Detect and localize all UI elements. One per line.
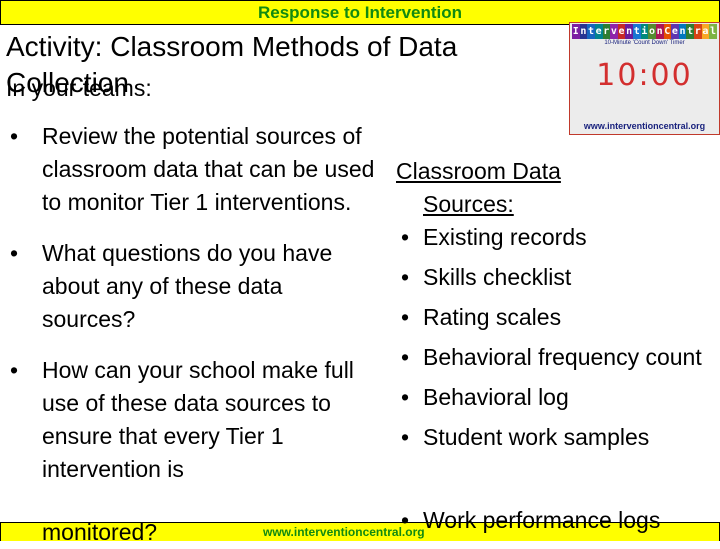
timer-clock: 10:00 [596,58,693,93]
source-item-text: Rating scales [423,304,562,330]
source-item-text: Student work samples [423,424,650,450]
bullet-icon: • [401,224,410,250]
source-item-text: Skills checklist [423,264,572,290]
logo-letter-tile: t [686,24,694,39]
bullet-icon: • [401,304,410,330]
logo-letter-tile: r [694,24,702,39]
timer-url: www.interventioncentral.org [583,121,706,131]
bullet-icon: • [10,123,19,149]
bullet-icon: • [10,240,19,266]
countdown-timer-image: InterventionCentral 10-Minute 'Count Dow… [569,22,720,135]
bullet-icon: • [401,507,410,533]
source-item-overflow: • Work performance logs [396,504,660,537]
source-item-text: Existing records [423,224,587,250]
source-item-text: Behavioral log [423,384,569,410]
heading-line-1: Classroom Data [396,158,561,184]
logo-letter-tile: n [678,24,687,39]
source-item-text: Behavioral frequency count [423,344,702,370]
left-bullet: • How can your school make full use of t… [6,354,386,486]
source-item: • Rating scales [396,301,720,334]
left-bullet: • What questions do you have about any o… [6,237,386,336]
logo-letter-tile: C [663,24,672,39]
logo-letter-tile: n [655,24,664,39]
classroom-data-sources-heading: Classroom Data Sources: [396,155,720,221]
bullet-icon: • [401,344,410,370]
source-item-text: Work performance logs [423,507,661,533]
source-item: • Existing records [396,221,720,254]
logo-letter-tile: r [602,24,611,39]
logo-letter-tile: a [701,24,710,39]
left-bullet-text: What questions do you have about any of … [42,240,333,332]
bullet-icon: • [401,384,410,410]
left-column: • Review the potential sources of classr… [6,120,386,504]
timer-subtitle: 10-Minute 'Count Down' Timer [604,40,685,46]
intervention-central-logo: InterventionCentral [572,24,717,39]
logo-letter-tile: e [671,24,679,39]
logo-letter-tile: o [648,24,656,39]
logo-letter-tile: v [610,24,618,39]
bullet-icon: • [10,357,19,383]
bullet-icon: • [401,424,410,450]
logo-letter-tile: e [617,24,626,39]
source-item: • Student work samples [396,421,720,454]
logo-letter-tile: I [572,24,580,39]
slide-subtitle: In your teams: [6,75,152,101]
logo-letter-tile: n [579,24,588,39]
source-item: • Behavioral log [396,381,720,414]
logo-letter-tile: e [594,24,603,39]
bullet-icon: • [401,264,410,290]
logo-letter-tile: t [633,24,641,39]
logo-letter-tile: i [640,24,649,39]
heading-line-2: Sources: [423,191,514,217]
left-bullet: • Review the potential sources of classr… [6,120,386,219]
left-bullet-text: Review the potential sources of classroo… [42,123,375,215]
left-bullet-text: How can your school make full use of the… [42,357,354,482]
source-item: • Behavioral frequency count [396,341,720,374]
right-column: Classroom Data Sources: • Existing record… [396,155,720,461]
logo-letter-tile: l [709,24,717,39]
source-item: • Skills checklist [396,261,720,294]
logo-letter-tile: n [625,24,633,39]
left-overflow-text: monitored? [42,519,158,545]
header-banner-text: Response to Intervention [257,3,463,22]
logo-letter-tile: t [587,24,595,39]
